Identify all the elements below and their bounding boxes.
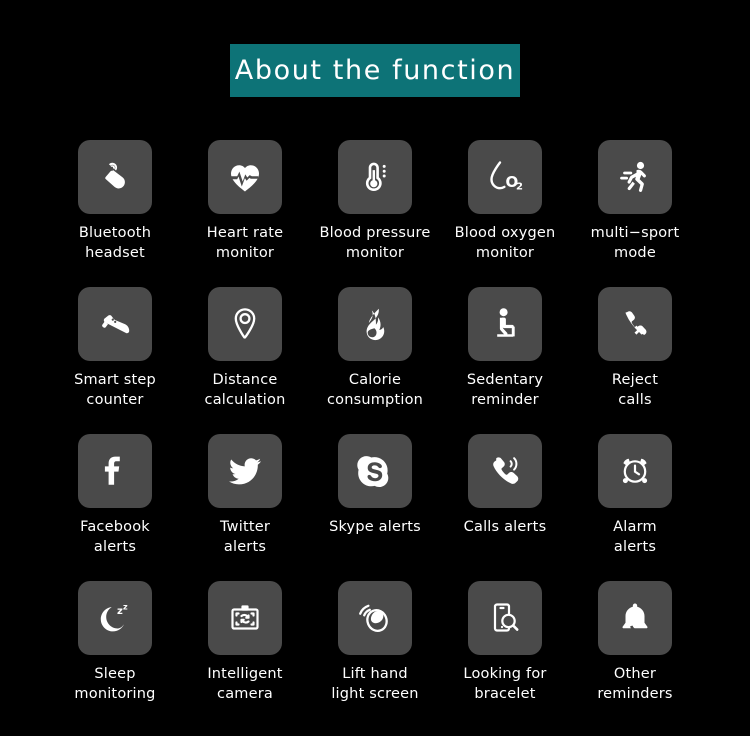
feature-tile[interactable]	[78, 140, 152, 214]
skype-icon	[355, 451, 395, 491]
flame-calorie-icon	[355, 304, 395, 344]
feature-item[interactable]: Bluetooth headset	[50, 140, 180, 287]
feature-tile[interactable]	[338, 287, 412, 361]
blood-oxygen-o2-icon: O 2	[485, 157, 525, 197]
feature-grid: Bluetooth headset Heart rate monitor Blo…	[50, 140, 700, 728]
twitter-bird-icon	[225, 451, 265, 491]
svg-text:2: 2	[516, 182, 523, 193]
facebook-icon	[95, 451, 135, 491]
find-bracelet-search-icon	[485, 598, 525, 638]
feature-tile[interactable]	[468, 434, 542, 508]
feature-tile[interactable]	[468, 287, 542, 361]
feature-item[interactable]: Other reminders	[570, 581, 700, 728]
feature-item[interactable]: z z Sleep monitoring	[50, 581, 180, 728]
page-title: About the function	[234, 55, 516, 86]
feature-label: Twitter alerts	[220, 519, 270, 555]
heart-rate-icon	[225, 157, 265, 197]
feature-label: Intelligent camera	[207, 666, 283, 702]
feature-item[interactable]: Intelligent camera	[180, 581, 310, 728]
feature-label: Blood pressure monitor	[319, 225, 431, 261]
feature-tile[interactable]	[208, 581, 282, 655]
feature-label: Smart step counter	[74, 372, 156, 408]
feature-label: Reject calls	[611, 372, 659, 408]
feature-label: Facebook alerts	[80, 519, 150, 555]
feature-label: Lift hand light screen	[331, 666, 419, 702]
feature-item[interactable]: multi−sport mode	[570, 140, 700, 287]
feature-item[interactable]: Twitter alerts	[180, 434, 310, 581]
feature-item[interactable]: Facebook alerts	[50, 434, 180, 581]
bell-reminder-icon	[615, 598, 655, 638]
feature-tile[interactable]	[598, 434, 672, 508]
feature-item[interactable]: Heart rate monitor	[180, 140, 310, 287]
feature-tile[interactable]: O 2	[468, 140, 542, 214]
feature-label: multi−sport mode	[590, 225, 680, 261]
phone-reject-call-icon	[615, 304, 655, 344]
feature-item[interactable]: Blood pressure monitor	[310, 140, 440, 287]
feature-item[interactable]: Alarm alerts	[570, 434, 700, 581]
svg-text:z: z	[123, 603, 128, 612]
feature-label: Alarm alerts	[613, 519, 657, 555]
feature-tile[interactable]	[208, 287, 282, 361]
alarm-clock-icon	[615, 451, 655, 491]
location-pin-icon	[225, 304, 265, 344]
header-banner-wrap: About the function	[0, 44, 750, 97]
phone-ringing-call-icon	[485, 451, 525, 491]
thermometer-blood-pressure-icon	[355, 157, 395, 197]
feature-label: Sleep monitoring	[74, 666, 156, 702]
feature-label: Looking for bracelet	[463, 666, 547, 702]
feature-label: Calls alerts	[463, 519, 547, 535]
feature-item[interactable]: Reject calls	[570, 287, 700, 434]
feature-tile[interactable]	[338, 581, 412, 655]
header-banner: About the function	[230, 44, 520, 97]
feature-tile[interactable]	[78, 287, 152, 361]
feature-tile[interactable]	[338, 140, 412, 214]
feature-item[interactable]: O 2 Blood oxygen monitor	[440, 140, 570, 287]
moon-sleep-icon: z z	[95, 598, 135, 638]
feature-label: Skype alerts	[329, 519, 421, 535]
feature-item[interactable]: Sedentary reminder	[440, 287, 570, 434]
feature-tile[interactable]	[598, 581, 672, 655]
feature-item[interactable]: Calls alerts	[440, 434, 570, 581]
feature-item[interactable]: Lift hand light screen	[310, 581, 440, 728]
feature-list-page: About the function Bluetooth headset Hea…	[0, 0, 750, 736]
camera-remote-icon	[225, 598, 265, 638]
feature-tile[interactable]	[208, 140, 282, 214]
feature-item[interactable]: Looking for bracelet	[440, 581, 570, 728]
feature-label: Bluetooth headset	[78, 225, 152, 261]
running-multi-sport-icon	[615, 157, 655, 197]
feature-item[interactable]: Distance calculation	[180, 287, 310, 434]
feature-tile[interactable]: z z	[78, 581, 152, 655]
feature-tile[interactable]	[338, 434, 412, 508]
feature-item[interactable]: Skype alerts	[310, 434, 440, 581]
feature-tile[interactable]	[598, 287, 672, 361]
sitting-person-sedentary-icon	[485, 304, 525, 344]
feature-tile[interactable]	[208, 434, 282, 508]
feature-item[interactable]: Calorie consumption	[310, 287, 440, 434]
feature-label: Sedentary reminder	[466, 372, 544, 408]
feature-tile[interactable]	[78, 434, 152, 508]
feature-label: Blood oxygen monitor	[454, 225, 556, 261]
lift-hand-light-screen-icon	[355, 598, 395, 638]
bluetooth-headset-icon	[95, 157, 135, 197]
feature-label: Heart rate monitor	[206, 225, 284, 261]
feature-tile[interactable]	[468, 581, 542, 655]
feature-tile[interactable]	[598, 140, 672, 214]
shoe-step-counter-icon	[95, 304, 135, 344]
feature-label: Calorie consumption	[326, 372, 424, 408]
feature-label: Other reminders	[597, 666, 673, 702]
feature-label: Distance calculation	[204, 372, 286, 408]
feature-item[interactable]: Smart step counter	[50, 287, 180, 434]
